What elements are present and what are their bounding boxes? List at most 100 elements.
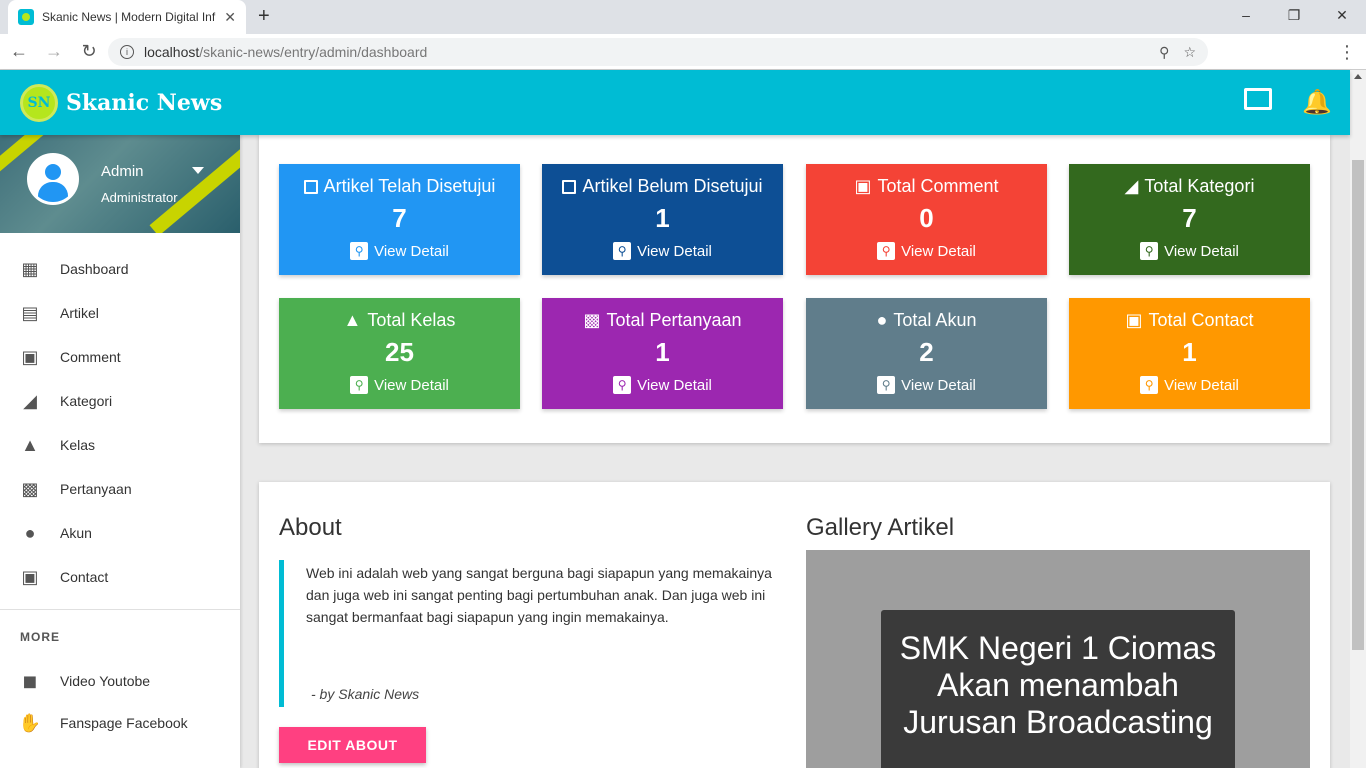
- view-detail-link[interactable]: ⚲ View Detail: [806, 376, 1047, 394]
- sidebar-item-label: Kelas: [60, 437, 96, 453]
- stat-title: Artikel Belum Disetujui: [582, 176, 763, 196]
- stat-title: Total Contact: [1148, 310, 1254, 330]
- url-host: localhost: [144, 44, 200, 60]
- stat-total-contact[interactable]: ▣ Total Contact 1 ⚲ View Detail: [1069, 298, 1310, 409]
- search-icon: ⚲: [1140, 376, 1159, 394]
- minimize-button[interactable]: –: [1222, 0, 1270, 30]
- sidebar-item-dashboard[interactable]: ▦ Dashboard: [0, 247, 240, 291]
- gallery-caption: SMK Negeri 1 Ciomas Akan menambah Jurusa…: [881, 610, 1235, 768]
- browser-toolbar: ← → ↻ i localhost/skanic-news/entry/admi…: [0, 34, 1366, 96]
- sidebar-menu: ▦ Dashboard ▤ Artikel ▣ Comment ◢ Kategori ▲…: [0, 247, 240, 599]
- page-scrollbar[interactable]: [1350, 70, 1366, 768]
- sidebar-item-video-youtobe[interactable]: ◼ Video Youtobe: [0, 660, 240, 702]
- avatar: [27, 153, 79, 205]
- view-detail-link[interactable]: ⚲ View Detail: [279, 242, 520, 260]
- account-circle-icon: ●: [24, 522, 36, 543]
- tag-icon: ◢: [23, 390, 37, 411]
- sidebar-item-artikel[interactable]: ▤ Artikel: [0, 291, 240, 335]
- view-detail-label: View Detail: [901, 376, 976, 394]
- back-icon[interactable]: ←: [3, 36, 35, 68]
- view-detail-link[interactable]: ⚲ View Detail: [1069, 242, 1310, 260]
- view-detail-link[interactable]: ⚲ View Detail: [1069, 376, 1310, 394]
- sidebar-item-label: Fanspage Facebook: [60, 715, 188, 731]
- edit-about-button[interactable]: EDIT ABOUT: [279, 727, 426, 763]
- bank-icon: ▲: [343, 310, 362, 330]
- stat-value: 25: [385, 337, 414, 367]
- search-icon: ⚲: [877, 242, 896, 260]
- view-detail-link[interactable]: ⚲ View Detail: [279, 376, 520, 394]
- library-books-icon: ▤: [21, 302, 39, 323]
- sidebar-item-akun[interactable]: ● Akun: [0, 511, 240, 555]
- url-text[interactable]: localhost/skanic-news/entry/admin/dashbo…: [144, 44, 427, 60]
- scroll-up-icon[interactable]: [1354, 74, 1362, 79]
- browser-tab[interactable]: Skanic News | Modern Digital Inf ✕: [8, 0, 246, 34]
- sidebar-item-comment[interactable]: ▣ Comment: [0, 335, 240, 379]
- fullscreen-icon[interactable]: [1244, 88, 1273, 117]
- info-icon[interactable]: i: [120, 45, 134, 59]
- videocam-icon: ◼: [22, 670, 38, 691]
- tag-icon: ◢: [1124, 176, 1139, 196]
- view-detail-label: View Detail: [901, 242, 976, 260]
- contact-icon: ▣: [1125, 310, 1143, 330]
- view-detail-link[interactable]: ⚲ View Detail: [542, 376, 783, 394]
- key-icon[interactable]: ⚲: [1159, 44, 1169, 61]
- about-heading: About: [279, 514, 342, 541]
- stat-total-comment[interactable]: ▣ Total Comment 0 ⚲ View Detail: [806, 164, 1047, 275]
- more-header: MORE: [20, 630, 60, 644]
- sidebar-item-kategori[interactable]: ◢ Kategori: [0, 379, 240, 423]
- stat-value: 1: [1182, 337, 1197, 367]
- sidebar-item-fanspage-facebook[interactable]: ✋ Fanspage Facebook: [0, 702, 240, 744]
- user-panel: Admin Administrator: [0, 135, 240, 233]
- favicon-icon: [18, 9, 34, 25]
- view-detail-label: View Detail: [374, 376, 449, 394]
- reload-icon[interactable]: ↻: [73, 36, 105, 68]
- stat-artikel-belum-disetujui[interactable]: Artikel Belum Disetujui 1 ⚲ View Detail: [542, 164, 783, 275]
- window-close-button[interactable]: ✕: [1318, 0, 1366, 30]
- view-detail-link[interactable]: ⚲ View Detail: [806, 242, 1047, 260]
- scrollbar-thumb[interactable]: [1352, 160, 1364, 650]
- stat-title: Total Kelas: [367, 310, 456, 330]
- account-circle-icon: ●: [876, 310, 888, 330]
- search-icon: ⚲: [613, 376, 632, 394]
- sidebar-item-label: Kategori: [60, 393, 113, 409]
- brand-title[interactable]: Skanic News: [66, 90, 222, 116]
- url-path: /skanic-news/entry/admin/dashboard: [199, 44, 428, 60]
- stat-value: 1: [655, 337, 670, 367]
- gallery-carousel[interactable]: SMK Negeri 1 Ciomas Akan menambah Jurusa…: [806, 550, 1310, 768]
- comment-icon: ▣: [21, 346, 39, 367]
- maximize-button[interactable]: ❐: [1270, 0, 1318, 30]
- address-bar[interactable]: i localhost/skanic-news/entry/admin/dash…: [108, 38, 1208, 66]
- sidebar-item-pertanyaan[interactable]: ▩ Pertanyaan: [0, 467, 240, 511]
- view-detail-label: View Detail: [374, 242, 449, 260]
- more-menu: ◼ Video Youtobe ✋ Fanspage Facebook: [0, 660, 240, 744]
- view-detail-label: View Detail: [637, 242, 712, 260]
- browser-menu-icon[interactable]: ⋮: [1331, 36, 1363, 68]
- stat-total-kelas[interactable]: ▲ Total Kelas 25 ⚲ View Detail: [279, 298, 520, 409]
- user-dropdown-icon[interactable]: [192, 167, 204, 174]
- forum-icon: ▩: [583, 310, 601, 330]
- search-icon: ⚲: [350, 376, 369, 394]
- forward-icon[interactable]: →: [38, 36, 70, 68]
- search-icon: ⚲: [613, 242, 632, 260]
- view-detail-link[interactable]: ⚲ View Detail: [542, 242, 783, 260]
- stat-total-kategori[interactable]: ◢ Total Kategori 7 ⚲ View Detail: [1069, 164, 1310, 275]
- stat-title: Artikel Telah Disetujui: [323, 176, 496, 196]
- contact-icon: ▣: [21, 566, 39, 587]
- logo-icon[interactable]: SN: [20, 83, 58, 122]
- stat-artikel-disetujui[interactable]: Artikel Telah Disetujui 7 ⚲ View Detail: [279, 164, 520, 275]
- sidebar-item-kelas[interactable]: ▲ Kelas: [0, 423, 240, 467]
- sidebar-item-label: Dashboard: [60, 261, 129, 277]
- stats-card: Artikel Telah Disetujui 7 ⚲ View Detail A…: [259, 135, 1330, 443]
- bell-icon[interactable]: 🔔: [1302, 88, 1332, 117]
- sidebar-item-contact[interactable]: ▣ Contact: [0, 555, 240, 599]
- user-name: Admin: [101, 163, 144, 180]
- stat-title: Total Akun: [893, 310, 977, 330]
- new-tab-button[interactable]: +: [258, 5, 270, 28]
- stat-total-pertanyaan[interactable]: ▩ Total Pertanyaan 1 ⚲ View Detail: [542, 298, 783, 409]
- stat-value: 7: [1182, 203, 1197, 233]
- stat-title: Total Kategori: [1144, 176, 1255, 196]
- about-byline: - by Skanic News: [311, 686, 420, 702]
- tab-close-icon[interactable]: ✕: [224, 9, 236, 26]
- star-icon[interactable]: ☆: [1183, 44, 1196, 61]
- stat-total-akun[interactable]: ● Total Akun 2 ⚲ View Detail: [806, 298, 1047, 409]
